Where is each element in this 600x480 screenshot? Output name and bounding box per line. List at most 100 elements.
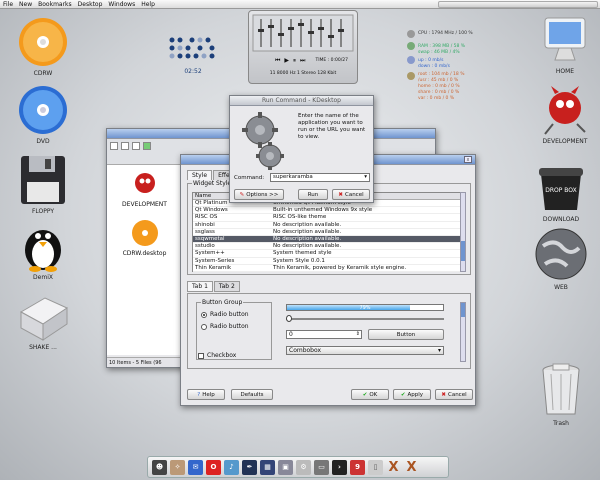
tab-style[interactable]: Style [187,170,213,180]
help-button[interactable]: ? Help [187,389,225,400]
desktop-icon-demix[interactable]: DemiX [8,220,78,281]
menu-help[interactable]: Help [141,1,155,8]
dock-opera-icon[interactable]: O [206,459,221,475]
desktop-icon-floppy[interactable]: FLOPPY [8,154,78,215]
apply-button[interactable]: ✔ Apply [393,389,431,400]
dock-compass-icon[interactable]: ✧ [170,459,185,475]
slider-handle[interactable] [286,315,292,322]
options-button[interactable]: ✎ Options >> [234,189,284,200]
dock-terminal-icon[interactable]: › [332,459,347,475]
combobox[interactable]: Combobox ▾ [286,346,444,355]
toolbar-up-icon[interactable] [132,142,140,150]
dock-photo-icon[interactable]: ▣ [278,459,293,475]
style-row[interactable]: sstudio No description available. [193,243,461,251]
penguin-icon [25,230,61,272]
desktop-icon-trash[interactable]: Trash [526,360,596,427]
desktop-icon-web[interactable]: WEB [526,226,596,291]
style-row[interactable]: shinobi No description available. [193,222,461,229]
style-row-name: Qt Windows [195,207,228,214]
style-row[interactable]: Thin Keramik Thin Keramik, powered by Ker… [193,265,461,272]
file-item-cdrw[interactable]: CDRW.desktop [107,218,182,257]
dock-finder-icon[interactable]: ☻ [152,459,167,475]
desktop-icon-shake[interactable]: SHAKE ... [8,290,78,351]
menu-new[interactable]: New [19,1,32,8]
desktop-icon-home[interactable]: HOME [530,14,600,75]
menu-bookmarks[interactable]: Bookmarks [38,1,72,8]
check-icon: ✔ [362,391,368,398]
slider-track[interactable] [286,315,444,322]
command-dropdown-icon[interactable]: ▾ [364,174,367,180]
defaults-button[interactable]: Defaults [231,389,273,400]
style-row[interactable]: System++ System themed style [193,250,461,258]
style-row-name: shinobi [195,221,215,228]
command-input[interactable]: superkaramba ▾ [270,173,370,182]
dock-gears-icon[interactable]: ⚙ [296,459,311,475]
style-list-scrollbar[interactable] [460,192,466,272]
menu-desktop[interactable]: Desktop [78,1,103,8]
run-dialog-titlebar[interactable]: Run Command - KDesktop [230,96,373,106]
preview-button[interactable]: Button [368,329,444,340]
desktop-icon-download[interactable]: DROP BOX DOWNLOAD [526,162,596,223]
next-icon[interactable]: ⏭ [300,57,305,65]
checkbox[interactable]: Checkbox [198,352,236,359]
tab-1[interactable]: Tab 1 [187,281,213,292]
sys-up: up : 0 mb/s [418,58,444,63]
sys-usr: /usr : 45 mb / 0 % [418,78,459,83]
desktop-icon-dvd[interactable]: DVD [8,84,78,145]
style-row-desc: Built-in unthemed Windows 9x style [273,207,373,214]
command-label: Command: [234,175,265,181]
cd-orange-icon [19,18,67,66]
run-button[interactable]: Run [298,189,328,200]
file-manager-content: DEVELOPMENT CDRW.desktop [107,165,183,355]
radio-button-2[interactable]: Radio button [201,323,249,330]
dock-glass-icon[interactable]: ▯ [368,459,383,475]
dvd-blue-icon [19,86,67,134]
tab-2[interactable]: Tab 2 [213,281,240,292]
spin-arrows-icon[interactable]: ⇕ [356,331,360,337]
svg-text:DROP BOX: DROP BOX [545,187,577,194]
play-icon[interactable]: ▶ [284,57,289,65]
style-row[interactable]: ssglass No description available. [193,229,461,236]
globe-icon [535,228,587,280]
pause-icon[interactable]: ⏸ [293,57,296,65]
dock-calendar-icon[interactable]: 9 [350,459,365,475]
style-row[interactable]: RISC OS RISC OS-like theme [193,214,461,222]
preview-scrollbar[interactable] [460,302,466,362]
dock-music-icon[interactable]: ♪ [224,459,239,475]
run-cancel-button[interactable]: ✖ Cancel [332,189,370,200]
spin-box[interactable]: 0 ⇕ [286,330,362,339]
ok-button[interactable]: ✔ OK [351,389,389,400]
style-row-name: ssglass [195,228,215,235]
prev-icon[interactable]: ⏮ [275,57,280,65]
preview-scroll-thumb[interactable] [461,303,465,317]
menu-file[interactable]: File [3,1,13,8]
style-list-scroll-thumb[interactable] [461,241,465,261]
style-row[interactable]: ssqwmetal No description available. [193,235,461,244]
dock-mail-icon[interactable]: ✉ [188,459,203,475]
file-item-development[interactable]: DEVELOPMENT [107,169,182,208]
style-row[interactable]: System-Series System Style 0.0.1 [193,258,461,265]
menu-windows[interactable]: Windows [108,1,135,8]
clock-dots-icon [169,37,215,59]
dock-monitor-icon[interactable]: ▭ [314,459,329,475]
media-time: TIME : 0:00/27 [315,58,348,63]
toolbar-forward-icon[interactable] [121,142,129,150]
dock-x11-icon[interactable]: X [386,460,401,475]
close-icon[interactable]: x [464,156,472,163]
dock: ☻ ✧ ✉ O ♪ ✒ ▦ ▣ ⚙ ▭ › 9 ▯ X X [147,456,449,478]
toolbar-home-icon[interactable] [143,142,151,150]
toolbar-back-icon[interactable] [110,142,118,150]
style-row[interactable]: Qt Windows Built-in unthemed Windows 9x s… [193,207,461,215]
dock-pen-icon[interactable]: ✒ [242,459,257,475]
cancel-button[interactable]: ✖ Cancel [435,389,473,400]
desktop-icon-cdrw[interactable]: CDRW [8,16,78,77]
clock-time: 02:52 [184,68,202,75]
sys-root: root : 104 mb / 18 % [418,72,465,77]
style-row-desc: System themed style [273,250,332,257]
dock-film-icon[interactable]: ▦ [260,459,275,475]
style-row-desc: RISC OS-like theme [273,214,327,221]
radio-button-1[interactable]: Radio button [201,311,249,318]
progress-bar: 79% [286,304,444,311]
desktop-icon-development[interactable]: DEVELOPMENT [530,84,600,145]
dock-x11-2-icon[interactable]: X [404,460,419,475]
